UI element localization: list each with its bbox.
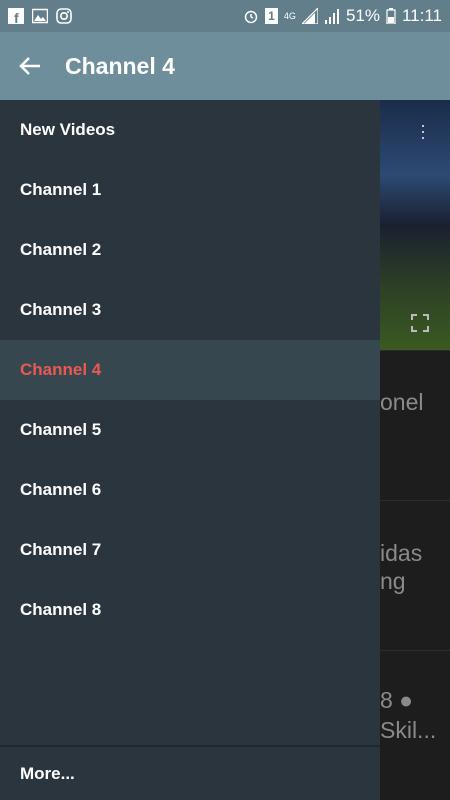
signal2-icon <box>324 8 340 24</box>
network-type: 4G <box>283 10 296 21</box>
drawer-item-channel-5[interactable]: Channel 5 <box>0 400 380 460</box>
sim-icon: 1 <box>264 8 278 24</box>
drawer-item-channel-4[interactable]: Channel 4 <box>0 340 380 400</box>
battery-icon <box>386 8 396 25</box>
drawer-list: New Videos Channel 1 Channel 2 Channel 3 Cha… <box>0 100 380 640</box>
facebook-icon: f <box>8 8 24 26</box>
back-button[interactable] <box>16 52 44 80</box>
alarm-icon <box>243 8 259 24</box>
svg-text:f: f <box>14 10 19 24</box>
video-item-3[interactable]: 8 ● Skil... <box>380 650 450 800</box>
app-bar: Channel 4 <box>0 32 450 100</box>
drawer-item-new-videos[interactable]: New Videos <box>0 100 380 160</box>
more-button[interactable]: More... <box>0 745 380 800</box>
video-item-1[interactable]: onel <box>380 350 450 500</box>
drawer-item-channel-7[interactable]: Channel 7 <box>0 520 380 580</box>
video-item-2[interactable]: idas ng <box>380 500 450 650</box>
drawer-item-channel-2[interactable]: Channel 2 <box>0 220 380 280</box>
drawer-item-channel-6[interactable]: Channel 6 <box>0 460 380 520</box>
more-vert-icon[interactable]: · · · <box>420 116 426 146</box>
navigation-drawer: New Videos Channel 1 Channel 2 Channel 3 Cha… <box>0 100 380 800</box>
fullscreen-icon[interactable] <box>410 313 430 338</box>
drawer-item-channel-1[interactable]: Channel 1 <box>0 160 380 220</box>
status-bar: f 1 4G 51% 11:11 <box>0 0 450 32</box>
drawer-item-channel-8[interactable]: Channel 8 <box>0 580 380 640</box>
drawer-item-channel-3[interactable]: Channel 3 <box>0 280 380 340</box>
arrow-left-icon <box>19 57 40 75</box>
battery-percent: 51% <box>345 6 380 25</box>
page-title: Channel 4 <box>65 52 175 79</box>
signal-icon <box>300 6 319 25</box>
instagram-icon <box>56 8 72 24</box>
clock: 11:11 <box>401 6 442 25</box>
gallery-icon <box>31 8 49 24</box>
